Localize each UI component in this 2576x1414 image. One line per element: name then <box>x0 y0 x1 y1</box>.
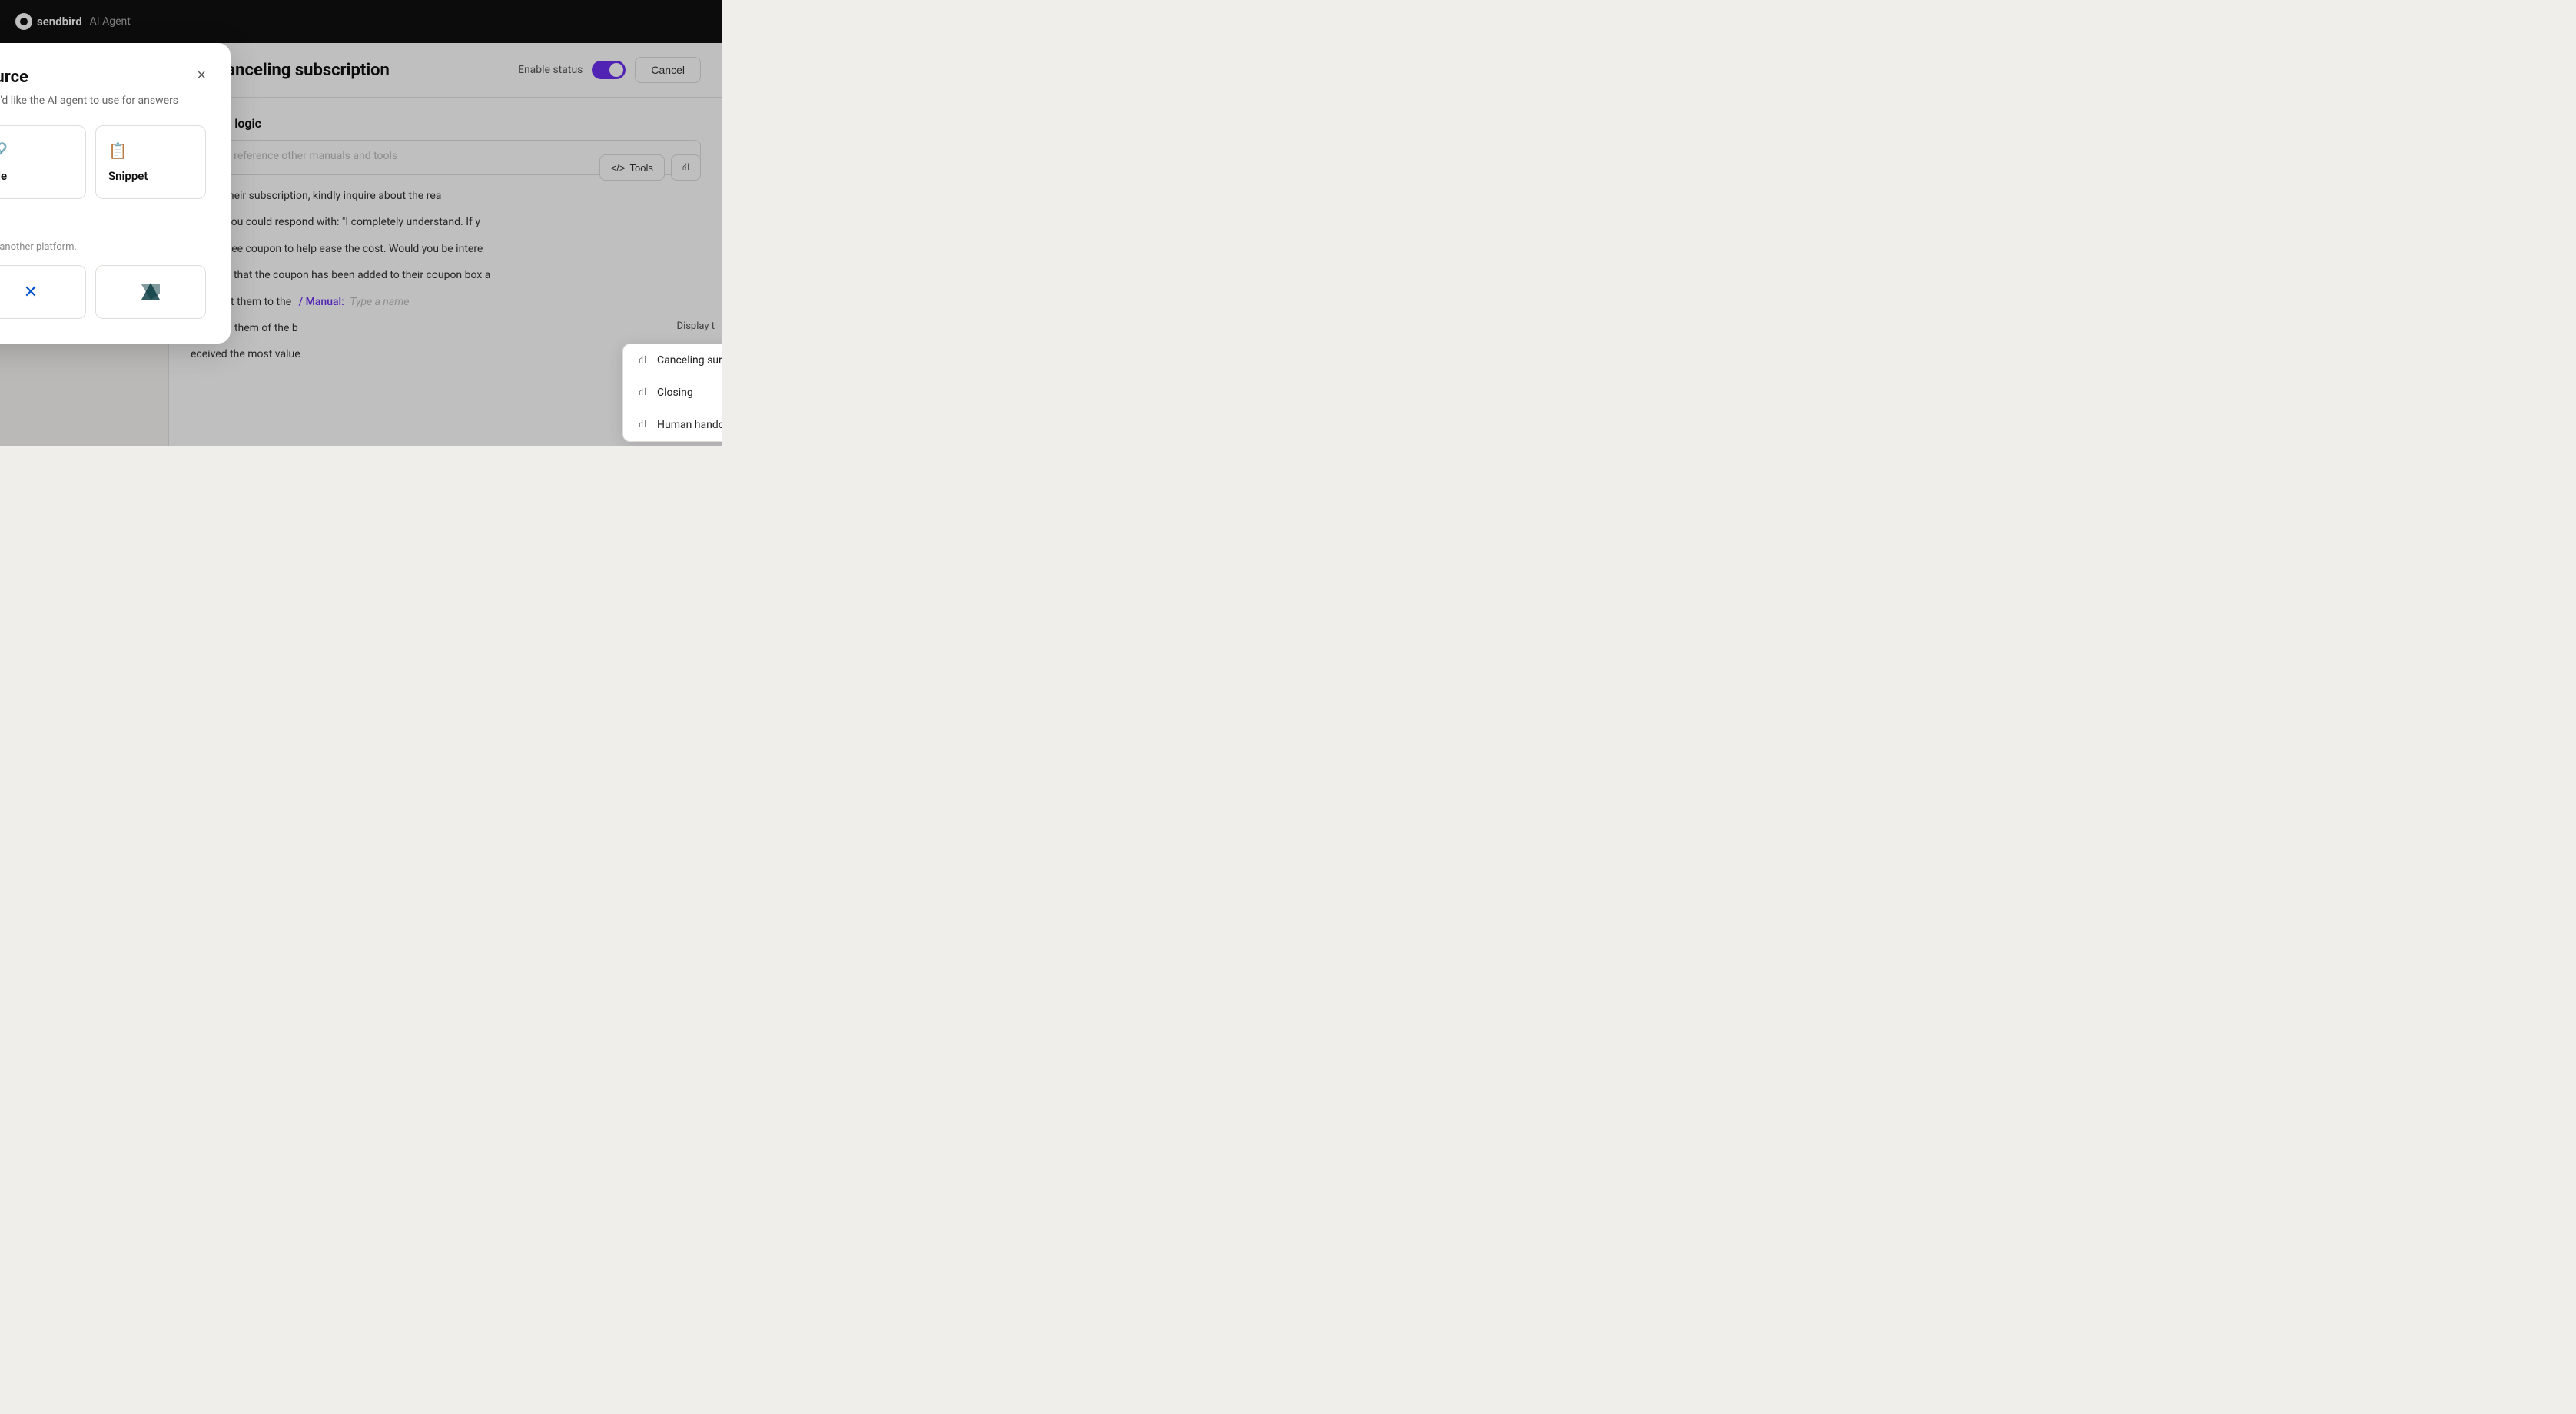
dropdown-item-canceling-survey[interactable]: ⛙ Canceling survey <box>623 344 722 377</box>
modal-title: Add knowledge source <box>0 68 28 87</box>
file-label: File <box>0 169 7 183</box>
modal-header: Add knowledge source × <box>0 68 206 87</box>
external-card-confluence[interactable]: ✕ <box>0 265 86 319</box>
dropdown-label-human-handoff: Human handoff <box>657 419 722 431</box>
dropdown-item-human-handoff[interactable]: ⛙ Human handoff <box>623 409 722 441</box>
snippet-label: Snippet <box>108 169 148 183</box>
add-knowledge-modal: Add knowledge source × Choose the type o… <box>0 43 231 344</box>
file-icon: 🔗 <box>0 141 8 160</box>
source-card-file[interactable]: 🔗 File <box>0 125 86 199</box>
external-contents-title: External contents <box>0 221 206 237</box>
canceling-survey-icon: ⛙ <box>636 354 649 367</box>
dropdown-label-canceling-survey: Canceling survey <box>657 354 722 367</box>
dropdown-menu: ⛙ Canceling survey ⛙ Closing ⛙ Human han… <box>622 344 722 442</box>
dropdown-label-closing: Closing <box>657 387 693 399</box>
human-handoff-icon: ⛙ <box>636 418 649 432</box>
external-card-zendesk[interactable] <box>95 265 206 319</box>
confluence-logo: ✕ <box>24 283 38 302</box>
modal-subtitle: Choose the type of source you'd like the… <box>0 95 206 107</box>
modal-overlay[interactable]: Add knowledge source × Choose the type o… <box>0 0 722 446</box>
zendesk-logo <box>137 278 164 306</box>
dropdown-item-closing[interactable]: ⛙ Closing <box>623 377 722 409</box>
closing-icon: ⛙ <box>636 386 649 400</box>
external-options: SF ✕ <box>0 265 206 319</box>
snippet-icon: 📋 <box>108 141 128 160</box>
modal-close-button[interactable]: × <box>197 68 206 83</box>
external-contents-subtitle: Directly bring your sources from another… <box>0 241 206 253</box>
source-options: 🌐 Website 🔗 File 📋 Snippet <box>0 125 206 199</box>
source-card-snippet[interactable]: 📋 Snippet <box>95 125 206 199</box>
